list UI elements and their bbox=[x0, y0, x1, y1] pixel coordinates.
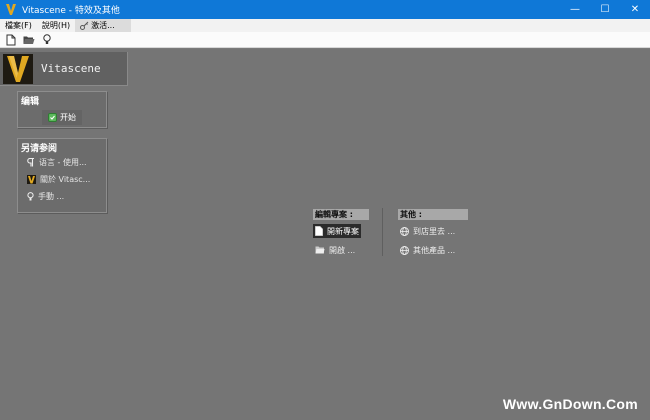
open-folder-icon bbox=[315, 246, 325, 254]
globe-icon bbox=[400, 226, 409, 236]
other-products-item[interactable]: 其他產品 ... bbox=[398, 243, 457, 257]
main-area: Vitascene 编辑 开始 另请参阅 语言 - 使用... 關於 Vitas… bbox=[0, 49, 650, 420]
app-name: Vitascene bbox=[41, 62, 101, 75]
lightbulb-icon bbox=[43, 34, 51, 45]
vitascene-logo-icon bbox=[27, 175, 36, 184]
edit-panel: 编辑 开始 bbox=[17, 91, 107, 128]
open-project-item[interactable]: 開啟 ... bbox=[313, 243, 357, 257]
see-also-label: 语言 - 使用... bbox=[39, 158, 87, 167]
new-file-icon bbox=[6, 34, 16, 46]
go-to-store-item[interactable]: 到店里去 ... bbox=[398, 224, 457, 238]
app-logo-block: Vitascene bbox=[0, 52, 128, 86]
go-to-store-label: 到店里去 ... bbox=[413, 226, 456, 236]
edit-project-heading: 編輯專案 : bbox=[313, 209, 369, 220]
open-project-label: 開啟 ... bbox=[329, 245, 356, 255]
menu-activate[interactable]: 激活... bbox=[75, 19, 132, 32]
key-icon bbox=[80, 21, 89, 30]
menu-file[interactable]: 檔案(F) bbox=[0, 19, 37, 32]
menu-activate-label: 激活... bbox=[91, 21, 115, 30]
new-project-item[interactable]: 開新專案 bbox=[313, 224, 361, 238]
menu-bar: 檔案(F) 說明(H) 激活... bbox=[0, 19, 650, 32]
see-also-item-about[interactable]: 關於 Vitasc... bbox=[18, 171, 106, 188]
toolbar bbox=[0, 32, 650, 48]
window-title: Vitascene - 特效及其他 bbox=[22, 6, 120, 16]
see-also-title: 另请参阅 bbox=[21, 144, 58, 154]
start-icon bbox=[48, 113, 57, 122]
start-button[interactable]: 开始 bbox=[42, 110, 82, 125]
globe-icon bbox=[400, 245, 409, 255]
see-also-label: 關於 Vitasc... bbox=[40, 175, 91, 184]
see-also-label: 手動 ... bbox=[38, 192, 65, 201]
maximize-button[interactable]: ☐ bbox=[590, 0, 620, 19]
menu-help[interactable]: 說明(H) bbox=[37, 19, 75, 32]
see-also-item-language[interactable]: 语言 - 使用... bbox=[18, 154, 106, 171]
open-folder-button[interactable] bbox=[22, 33, 36, 47]
help-bulb-button[interactable] bbox=[40, 33, 54, 47]
other-heading: 其他 : bbox=[398, 209, 468, 220]
new-file-button[interactable] bbox=[4, 33, 18, 47]
window-controls: — ☐ ✕ bbox=[560, 0, 650, 19]
new-file-icon bbox=[315, 226, 323, 236]
new-project-label: 開新專案 bbox=[327, 226, 359, 236]
other-products-label: 其他產品 ... bbox=[413, 245, 456, 255]
title-bar: Vitascene - 特效及其他 — ☐ ✕ bbox=[0, 0, 650, 19]
column-divider bbox=[382, 208, 383, 256]
open-folder-icon bbox=[23, 35, 35, 45]
minimize-button[interactable]: — bbox=[560, 0, 590, 19]
paragraph-icon bbox=[27, 158, 35, 167]
start-label: 开始 bbox=[60, 113, 76, 122]
close-button[interactable]: ✕ bbox=[620, 0, 650, 19]
vitascene-logo-icon bbox=[3, 53, 33, 84]
see-also-panel: 另请参阅 语言 - 使用... 關於 Vitasc... 手動 ... bbox=[17, 138, 107, 213]
watermark: Www.GnDown.Com bbox=[502, 396, 638, 412]
lightbulb-icon bbox=[27, 192, 34, 201]
vitascene-app-icon[interactable] bbox=[5, 4, 16, 15]
edit-panel-title: 编辑 bbox=[21, 97, 40, 107]
see-also-item-manual[interactable]: 手動 ... bbox=[18, 188, 106, 205]
